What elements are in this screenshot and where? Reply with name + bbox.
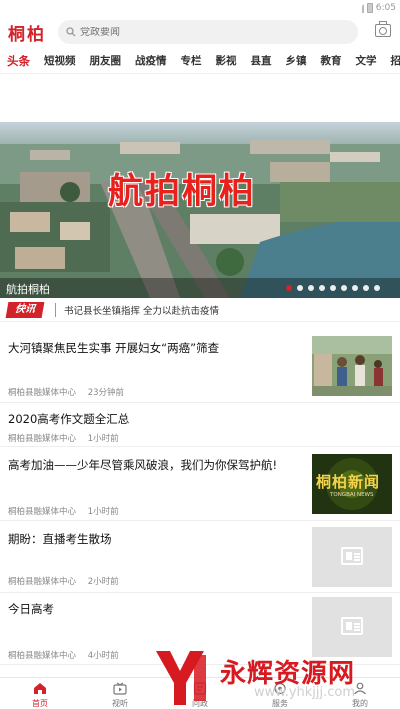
tv-icon [113,682,127,695]
news-meta: 桐柏县融媒体中心 1小时前 [8,432,119,444]
status-bar: 6:05 [0,0,400,16]
news-item[interactable]: 大河镇聚焦民生实事 开展妇女“两癌”筛查 桐柏县融媒体中心 23分钟前 [0,322,400,403]
news-thumbnail [312,336,392,396]
tab-investment[interactable]: 招客 [384,53,400,68]
news-logo-subtext: TONGBAI NEWS [330,492,374,498]
nav-service[interactable]: 服务 [240,678,320,709]
status-time: 6:05 [375,3,396,13]
banner-overlay-title: 航拍桐柏 [108,171,257,212]
carousel-dot[interactable] [297,285,303,291]
carousel-dot[interactable] [308,285,314,291]
nav-label: 首页 [32,699,48,708]
carousel-dot[interactable] [363,285,369,291]
app-header: 桐柏 [0,16,400,48]
news-title: 高考加油——少年尽管乘风破浪，我们为你保驾护航! [8,458,278,472]
search-input[interactable] [80,26,340,38]
carousel-dots [286,285,380,291]
carousel-dot[interactable] [341,285,347,291]
status-indicators: 6:05 [354,1,396,15]
news-meta: 桐柏县融媒体中心 1小时前 [8,505,119,517]
news-item[interactable]: 2020高考作文题全汇总 桐柏县融媒体中心 1小时前 [0,403,400,447]
tab-epidemic[interactable]: 战疫情 [128,53,174,68]
tab-friends[interactable]: 朋友圈 [83,53,129,68]
news-title: 今日高考 [8,602,54,616]
nav-label: 服务 [272,699,288,708]
news-time: 2小时前 [87,577,119,587]
signal-icon [354,3,364,13]
search-icon [66,27,76,37]
news-source: 桐柏县融媒体中心 [8,434,77,444]
tab-headlines[interactable]: 头条 [0,53,37,69]
tab-columns[interactable]: 专栏 [174,53,209,68]
image-placeholder-icon [341,547,363,565]
carousel-dot[interactable] [374,285,380,291]
news-time: 1小时前 [87,507,119,517]
news-photo [312,336,392,396]
tab-towns[interactable]: 乡镇 [279,53,314,68]
news-meta: 桐柏县融媒体中心 2小时前 [8,575,119,587]
news-source: 桐柏县融媒体中心 [8,507,77,517]
nav-home[interactable]: 首页 [0,678,80,709]
tab-county[interactable]: 县直 [244,53,279,68]
banner-caption: 航拍桐柏 [6,283,50,296]
image-placeholder-icon [341,617,363,635]
news-item[interactable]: 高考加油——少年尽管乘风破浪，我们为你保驾护航! 桐柏县融媒体中心 1小时前 桐… [0,447,400,521]
carousel-dot[interactable] [352,285,358,291]
nav-label: 我的 [352,699,368,708]
news-item[interactable]: 期盼：直播考生散场 桐柏县融媒体中心 2小时前 [0,521,400,593]
news-item[interactable]: 今日高考 桐柏县融媒体中心 4小时前 [0,593,400,665]
news-thumbnail [312,527,392,587]
battery-icon [366,3,373,13]
nav-label: 视听 [112,699,128,708]
home-icon [34,683,46,694]
nav-profile[interactable]: 我的 [320,678,400,709]
carousel-dot[interactable] [286,285,292,291]
bottom-nav: 首页 视听 问政 服务 我的 [0,677,400,709]
news-meta: 桐柏县融媒体中心 4小时前 [8,649,119,661]
news-title: 期盼：直播考生散场 [8,532,112,546]
flash-text: 书记县长坐镇指挥 全力以赴抗击疫情 [64,305,220,317]
flash-news-bar[interactable]: 快讯 书记县长坐镇指挥 全力以赴抗击疫情 [0,298,400,322]
news-meta: 桐柏县融媒体中心 23分钟前 [8,386,124,398]
service-icon [274,682,286,695]
tab-literature[interactable]: 文学 [349,53,384,68]
news-logo-text: 桐柏新闻 [316,473,381,491]
camera-icon[interactable] [375,21,391,37]
user-icon [354,682,366,695]
news-source: 桐柏县融媒体中心 [8,651,77,661]
carousel-dot[interactable] [319,285,325,291]
news-title: 2020高考作文题全汇总 [8,412,130,426]
divider [55,302,56,317]
category-tabs: 头条 短视频 朋友圈 战疫情 专栏 影视 县直 乡镇 教育 文学 招客 [0,48,400,74]
carousel-dot[interactable] [330,285,336,291]
flash-badge: 快讯 [5,301,45,318]
nav-media[interactable]: 视听 [80,678,160,709]
tab-short-video[interactable]: 短视频 [37,53,83,68]
news-time: 23分钟前 [87,388,125,398]
tab-film[interactable]: 影视 [209,53,244,68]
tab-education[interactable]: 教育 [314,53,349,68]
nav-inquiry[interactable]: 问政 [160,678,240,709]
nav-label: 问政 [192,699,208,708]
news-time: 4小时前 [87,651,119,661]
app-logo: 桐柏 [8,24,46,45]
news-source: 桐柏县融媒体中心 [8,388,77,398]
news-thumbnail: 桐柏新闻 TONGBAI NEWS [312,454,392,514]
news-thumbnail [312,597,392,657]
news-time: 1小时前 [87,434,119,444]
news-title: 大河镇聚焦民生实事 开展妇女“两癌”筛查 [8,341,220,355]
news-source: 桐柏县融媒体中心 [8,577,77,587]
search-bar[interactable] [58,20,358,44]
question-icon [193,682,207,695]
